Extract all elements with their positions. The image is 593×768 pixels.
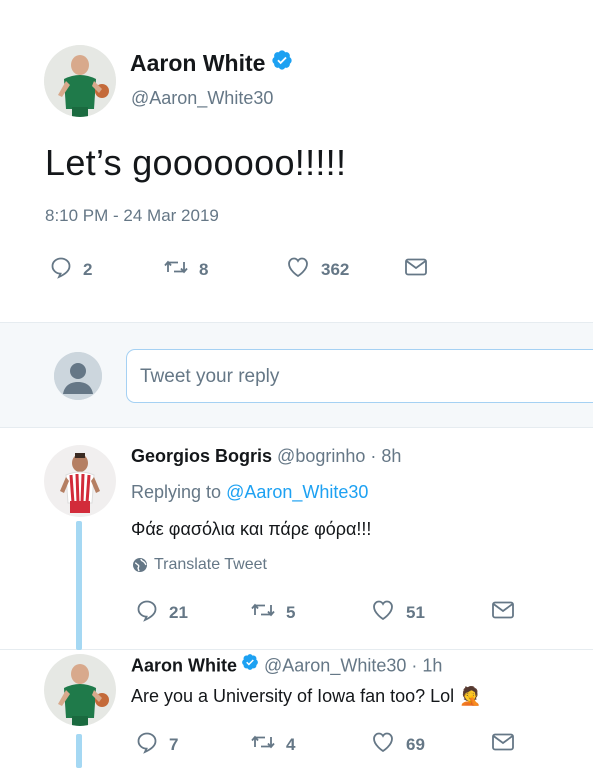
like-button[interactable]: 362 bbox=[285, 255, 349, 284]
retweet-count: 4 bbox=[286, 734, 296, 754]
reply-avatar[interactable] bbox=[44, 445, 116, 517]
retweet-count: 8 bbox=[199, 259, 209, 279]
thread-line bbox=[76, 521, 82, 650]
reply-header: Aaron White @Aaron_White30 · 1h bbox=[131, 653, 442, 678]
reply-author-name[interactable]: Aaron White bbox=[131, 655, 237, 675]
reply-author-name[interactable]: Georgios Bogris bbox=[131, 446, 272, 466]
replying-to: Replying to @Aaron_White30 bbox=[131, 482, 368, 503]
author-name[interactable]: Aaron White bbox=[130, 50, 293, 79]
reply-text: Φάε φασόλια και πάρε φόρα!!! bbox=[131, 519, 372, 539]
retweet-button[interactable]: 5 bbox=[250, 598, 295, 627]
retweet-button[interactable]: 4 bbox=[250, 730, 295, 759]
reply-button[interactable]: 21 bbox=[135, 598, 188, 627]
reply-composer: Tweet your reply bbox=[0, 322, 593, 428]
author-handle[interactable]: @Aaron_White30 bbox=[131, 88, 273, 109]
envelope-icon bbox=[490, 730, 516, 759]
like-count: 362 bbox=[321, 259, 350, 279]
verified-badge-icon bbox=[271, 49, 293, 77]
retweet-icon bbox=[250, 730, 276, 759]
envelope-icon bbox=[403, 255, 429, 284]
author-name-text[interactable]: Aaron White bbox=[130, 50, 265, 76]
reply-input[interactable]: Tweet your reply bbox=[126, 349, 593, 403]
globe-icon bbox=[133, 558, 147, 572]
envelope-icon bbox=[490, 598, 516, 627]
retweet-count: 5 bbox=[286, 602, 296, 622]
retweet-button[interactable]: 8 bbox=[163, 255, 208, 284]
reply-text: Are you a University of Iowa fan too? Lo… bbox=[131, 686, 482, 706]
verified-badge-icon bbox=[241, 653, 259, 676]
direct-message-button[interactable] bbox=[490, 598, 516, 627]
retweet-icon bbox=[250, 598, 276, 627]
like-button[interactable]: 51 bbox=[370, 598, 425, 627]
translate-label[interactable]: Translate Tweet bbox=[154, 556, 267, 574]
reply-count: 7 bbox=[169, 734, 179, 754]
thread-line bbox=[76, 734, 82, 768]
tweet-text: Let’s gooooooo!!!!! bbox=[45, 142, 347, 183]
reply-icon bbox=[135, 730, 159, 759]
tweet-timestamp[interactable]: 8:10 PM - 24 Mar 2019 bbox=[45, 206, 219, 226]
reply-count: 21 bbox=[169, 602, 188, 622]
main-tweet: Aaron White @Aaron_White30 Let’s goooooo… bbox=[0, 0, 593, 322]
author-avatar[interactable] bbox=[44, 45, 116, 117]
heart-icon bbox=[370, 598, 396, 627]
replying-to-prefix: Replying to bbox=[131, 482, 227, 502]
reply-author-handle[interactable]: @bogrinho · 8h bbox=[277, 446, 401, 466]
reply-button[interactable]: 2 bbox=[49, 255, 92, 284]
reply-button[interactable]: 7 bbox=[135, 730, 178, 759]
heart-icon bbox=[370, 730, 396, 759]
reply-icon bbox=[49, 255, 73, 284]
retweet-icon bbox=[163, 255, 189, 284]
like-button[interactable]: 69 bbox=[370, 730, 425, 759]
reply-author-handle[interactable]: @Aaron_White30 · 1h bbox=[264, 655, 442, 675]
translate-tweet-link[interactable]: Translate Tweet bbox=[132, 556, 267, 574]
heart-icon bbox=[285, 255, 311, 284]
replying-to-mention[interactable]: @Aaron_White30 bbox=[226, 482, 368, 502]
direct-message-button[interactable] bbox=[490, 730, 516, 759]
reply-count: 2 bbox=[83, 259, 93, 279]
reply-tweet[interactable]: Aaron White @Aaron_White30 · 1h Are you … bbox=[0, 650, 593, 768]
like-count: 51 bbox=[406, 602, 425, 622]
reply-tweet[interactable]: Georgios Bogris @bogrinho · 8h Replying … bbox=[0, 428, 593, 650]
reply-avatar[interactable] bbox=[44, 654, 116, 726]
reply-icon bbox=[135, 598, 159, 627]
like-count: 69 bbox=[406, 734, 425, 754]
current-user-avatar[interactable] bbox=[54, 352, 102, 400]
direct-message-button[interactable] bbox=[403, 255, 429, 284]
reply-header: Georgios Bogris @bogrinho · 8h bbox=[131, 446, 401, 467]
